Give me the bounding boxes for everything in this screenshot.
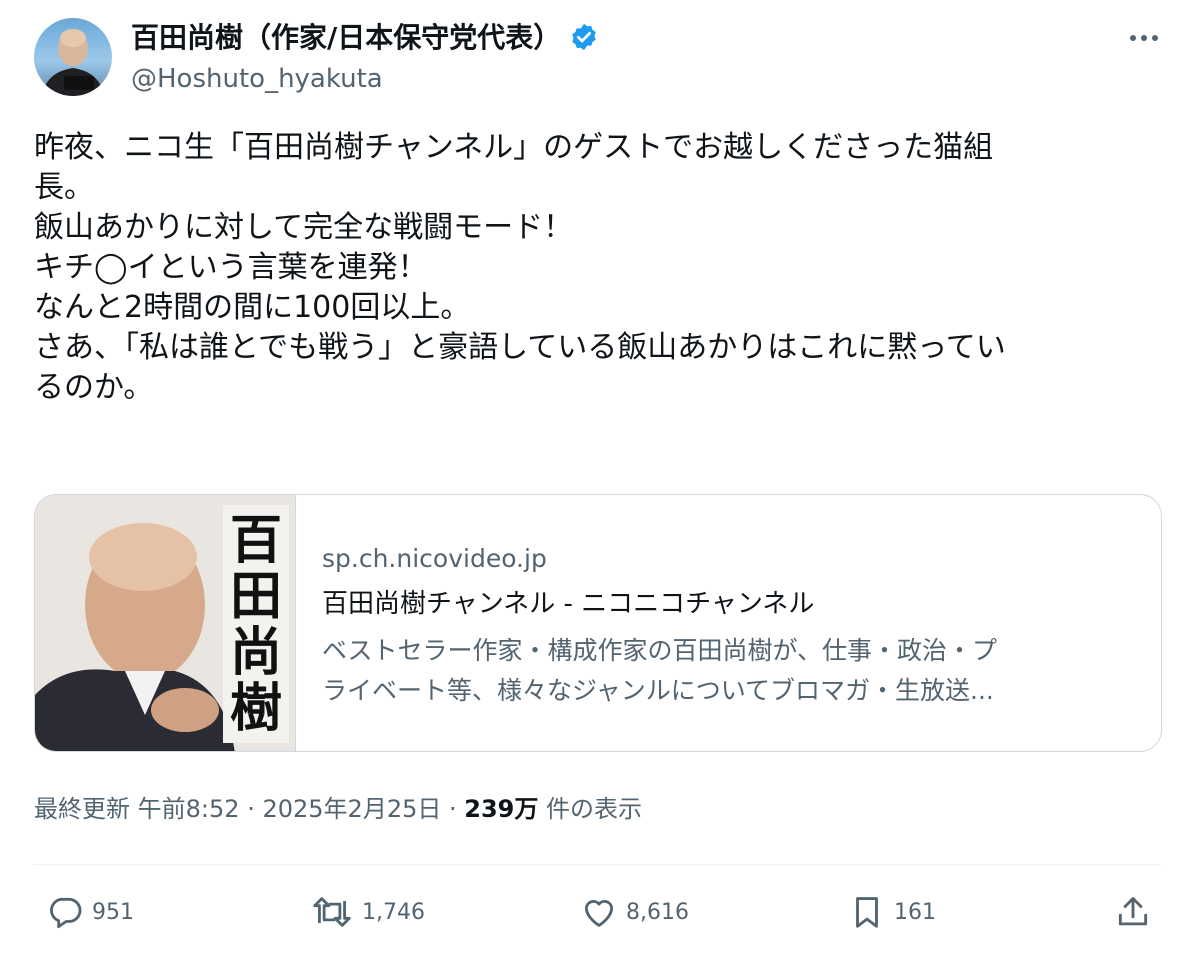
more-options-icon[interactable] — [1124, 26, 1164, 50]
like-count: 8,616 — [626, 899, 689, 925]
thumb-char: 田 — [229, 567, 282, 627]
card-thumbnail: 百 田 尚 樹 — [35, 495, 296, 751]
tweet-line: るのか。 — [34, 370, 154, 405]
tweet-time[interactable]: 午前8:52 — [138, 795, 240, 823]
link-preview-card[interactable]: 百 田 尚 樹 sp.ch.nicovideo.jp 百田尚樹チャンネル - ニ… — [34, 494, 1162, 752]
tweet-date[interactable]: 2025年2月25日 — [262, 795, 441, 823]
view-label: 件の表示 — [546, 795, 643, 823]
like-button[interactable]: 8,616 — [580, 892, 689, 932]
heart-icon — [580, 893, 618, 931]
meta-separator: · — [247, 795, 255, 823]
reply-button[interactable]: 951 — [46, 892, 134, 932]
divider — [34, 864, 1162, 865]
card-description-line: ライベート等、様々なジャンルについてブロマガ・生放送... — [322, 676, 994, 705]
card-domain: sp.ch.nicovideo.jp — [322, 544, 547, 573]
author-name[interactable]: 百田尚樹（作家/日本保守党代表） — [131, 20, 599, 61]
thumbnail-title: 百 田 尚 樹 — [223, 513, 289, 737]
verified-badge-icon — [569, 22, 599, 61]
author-handle[interactable]: @Hoshuto_hyakuta — [131, 62, 383, 96]
thumb-char: 樹 — [229, 679, 282, 739]
card-description: ベストセラー作家・構成作家の百田尚樹が、仕事・政治・プ ライベート等、様々なジャ… — [322, 631, 1142, 711]
bookmark-icon — [848, 893, 886, 931]
tweet-line: 飯山あかりに対して完全な戦闘モード！ — [34, 210, 574, 245]
repost-button[interactable]: 1,746 — [310, 892, 425, 932]
updated-label: 最終更新 — [34, 795, 130, 823]
thumb-char: 百 — [229, 511, 282, 571]
bookmark-count: 161 — [894, 899, 936, 925]
reply-icon — [46, 893, 84, 931]
tweet-line: キチ◯イという言葉を連発！ — [34, 250, 428, 285]
avatar-image — [42, 29, 104, 96]
author-avatar[interactable] — [34, 18, 112, 96]
card-title: 百田尚樹チャンネル - ニコニコチャンネル — [322, 589, 815, 619]
tweet-meta: 最終更新 午前8:52 · 2025年2月25日 · 239万 件の表示 — [34, 793, 642, 825]
tweet-line: さあ、「私は誰とでも戦う」と豪語している飯山あかりはこれに黙ってい — [34, 330, 1006, 365]
repost-icon — [310, 893, 354, 931]
card-description-line: ベストセラー作家・構成作家の百田尚樹が、仕事・政治・プ — [322, 636, 998, 665]
tweet-line: 昨夜、ニコ生「百田尚樹チャンネル」のゲストでお越しくださった猫組 — [34, 130, 994, 165]
repost-count: 1,746 — [362, 899, 425, 925]
reply-count: 951 — [92, 899, 134, 925]
author-display-name: 百田尚樹（作家/日本保守党代表） — [131, 21, 562, 54]
bookmark-button[interactable]: 161 — [848, 892, 936, 932]
share-button[interactable] — [1114, 892, 1152, 932]
share-icon — [1114, 893, 1152, 931]
meta-separator: · — [449, 795, 457, 823]
view-count: 239万 — [464, 795, 539, 823]
tweet-text: 昨夜、ニコ生「百田尚樹チャンネル」のゲストでお越しくださった猫組 長。 飯山あか… — [34, 128, 1154, 408]
tweet-line: なんと2時間の間に100回以上。 — [34, 290, 471, 325]
tweet-line: 長。 — [34, 170, 94, 205]
thumb-char: 尚 — [229, 623, 282, 683]
